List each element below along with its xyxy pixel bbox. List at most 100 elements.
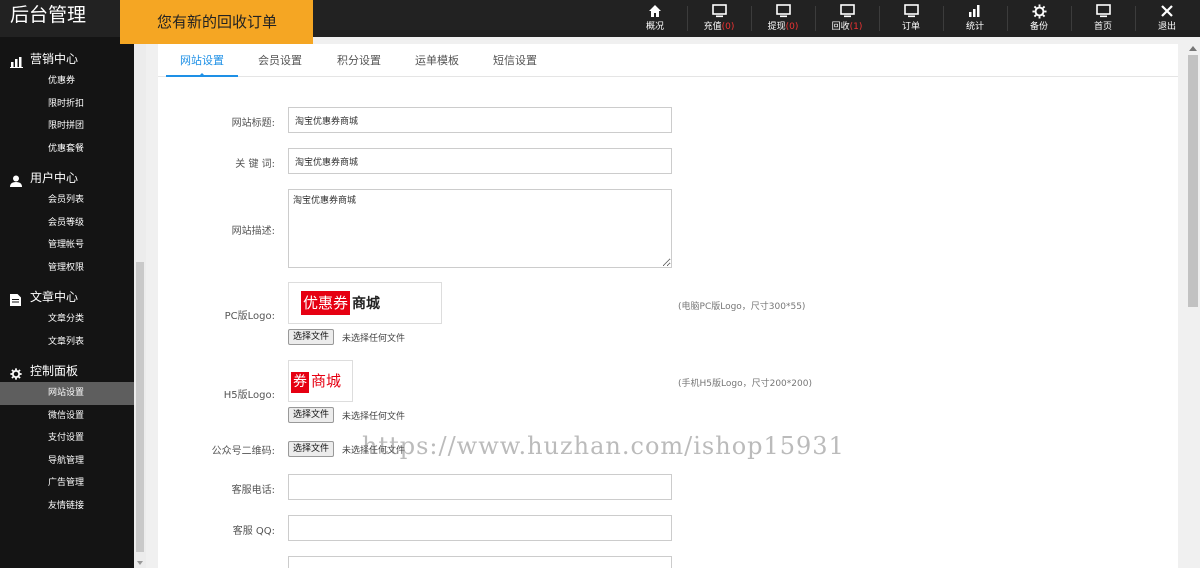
nav-count-badge: (0) xyxy=(785,22,799,32)
nav-count-badge: (1) xyxy=(849,22,863,32)
site-title-label: 网站标题: xyxy=(231,118,275,129)
next-field-input[interactable] xyxy=(288,556,672,568)
sidebar-group-articles[interactable]: 文章中心 xyxy=(0,286,134,308)
nav-label: 概况 xyxy=(645,22,664,32)
sidebar-group-marketing[interactable]: 营销中心 xyxy=(0,48,134,70)
sidebar-item-flash-discount[interactable]: 限时折扣 xyxy=(0,93,134,116)
h5-logo-image: 券商城 xyxy=(291,371,341,393)
service-phone-label: 客服电话: xyxy=(231,485,275,496)
brand-title: 后台管理 xyxy=(10,4,87,26)
nav-label: 首页 xyxy=(1093,22,1112,32)
settings-panel: 网站设置 会员设置 积分设置 运单模板 短信设置 网站标题: 关 键 词: 网站… xyxy=(158,44,1178,568)
new-order-notice[interactable]: 您有新的回收订单 xyxy=(120,0,313,44)
sidebar-item-coupons[interactable]: 优惠券 xyxy=(0,70,134,93)
monitor-icon xyxy=(751,0,815,20)
page-scrollbar[interactable] xyxy=(1186,44,1200,568)
top-nav: 概况 充值(0) 提现(0) 回收(1) 订单 统计 备份 首页 退出 xyxy=(623,0,1199,37)
document-icon xyxy=(10,291,23,306)
pc-logo-image: 优惠券 商城 xyxy=(301,291,380,316)
sidebar-item-article-categories[interactable]: 文章分类 xyxy=(0,308,134,331)
pc-logo-file-status: 未选择任何文件 xyxy=(342,334,406,344)
sidebar-scrollbar[interactable] xyxy=(134,37,146,568)
sidebar-group-label: 用户中心 xyxy=(30,171,79,185)
settings-tabs: 网站设置 会员设置 积分设置 运单模板 短信设置 xyxy=(158,44,1178,77)
nav-statistics[interactable]: 统计 xyxy=(943,0,1007,37)
h5-logo-file-status: 未选择任何文件 xyxy=(342,412,406,422)
tab-site-settings[interactable]: 网站设置 xyxy=(166,44,238,77)
sidebar-item-admin-accounts[interactable]: 管理帐号 xyxy=(0,234,134,257)
tab-waybill-template[interactable]: 运单模板 xyxy=(401,44,473,77)
sidebar-scrollbar-thumb[interactable] xyxy=(136,262,144,552)
pc-logo-hint: (电脑PC版Logo，尺寸300*55) xyxy=(678,302,806,312)
tab-sms-settings[interactable]: 短信设置 xyxy=(479,44,551,77)
h5-logo-red-box: 券 xyxy=(291,372,309,393)
sidebar-item-article-list[interactable]: 文章列表 xyxy=(0,331,134,354)
nav-home[interactable]: 首页 xyxy=(1071,0,1135,37)
nav-label: 备份 xyxy=(1029,22,1048,32)
sidebar-item-friend-links[interactable]: 友情链接 xyxy=(0,495,134,518)
page-scrollbar-thumb[interactable] xyxy=(1188,55,1198,307)
sidebar-item-site-settings[interactable]: 网站设置 xyxy=(0,382,134,405)
service-qq-input[interactable] xyxy=(288,515,672,541)
pc-logo-label: PC版Logo: xyxy=(224,311,275,322)
qrcode-choose-file-button[interactable]: 选择文件 xyxy=(288,441,335,457)
sidebar-group-users[interactable]: 用户中心 xyxy=(0,167,134,189)
nav-label: 订单 xyxy=(901,22,920,32)
nav-overview[interactable]: 概况 xyxy=(623,0,687,37)
nav-label: 充值 xyxy=(703,22,722,32)
pc-logo-black-text: 商城 xyxy=(352,296,381,312)
nav-label: 统计 xyxy=(965,22,984,32)
service-qq-label: 客服 QQ: xyxy=(232,526,275,537)
sidebar-item-payment-settings[interactable]: 支付设置 xyxy=(0,427,134,450)
scroll-up-arrow-icon[interactable] xyxy=(1189,46,1197,51)
h5-logo-choose-file-button[interactable]: 选择文件 xyxy=(288,407,335,423)
description-textarea[interactable]: 淘宝优惠券商城 xyxy=(288,189,672,268)
qrcode-label: 公众号二维码: xyxy=(211,446,275,457)
sidebar-item-wechat-settings[interactable]: 微信设置 xyxy=(0,405,134,428)
monitor-icon xyxy=(879,0,943,20)
sidebar-group-label: 营销中心 xyxy=(30,52,79,66)
site-title-input[interactable] xyxy=(288,107,672,133)
sidebar-item-bundles[interactable]: 优惠套餐 xyxy=(0,138,134,161)
description-label: 网站描述: xyxy=(231,226,275,237)
home-icon xyxy=(623,0,687,20)
nav-recycle[interactable]: 回收(1) xyxy=(815,0,879,37)
h5-logo-red-text: 商城 xyxy=(311,372,342,390)
sidebar-item-admin-permissions[interactable]: 管理权限 xyxy=(0,257,134,280)
sidebar-item-member-levels[interactable]: 会员等级 xyxy=(0,212,134,235)
h5-logo-hint: (手机H5版Logo，尺寸200*200) xyxy=(678,379,812,389)
monitor-icon xyxy=(815,0,879,20)
sidebar-item-member-list[interactable]: 会员列表 xyxy=(0,189,134,212)
user-icon xyxy=(10,172,23,187)
monitor-icon xyxy=(687,0,751,20)
sidebar-group-label: 文章中心 xyxy=(30,290,79,304)
monitor-icon xyxy=(1071,0,1135,20)
pc-logo-preview: 优惠券 商城 xyxy=(288,282,442,324)
h5-logo-label: H5版Logo: xyxy=(223,390,275,401)
gear-icon xyxy=(1007,0,1071,20)
sidebar-group-label: 控制面板 xyxy=(30,364,79,378)
sidebar-item-ad-management[interactable]: 广告管理 xyxy=(0,472,134,495)
sidebar-item-group-buy[interactable]: 限时拼团 xyxy=(0,115,134,138)
keywords-input[interactable] xyxy=(288,148,672,174)
service-phone-input[interactable] xyxy=(288,474,672,500)
bar-chart-icon xyxy=(10,53,23,68)
nav-recharge[interactable]: 充值(0) xyxy=(687,0,751,37)
watermark-text: https://www.huzhan.com/ishop15931 xyxy=(362,432,845,460)
sidebar-group-control-panel[interactable]: 控制面板 xyxy=(0,360,134,382)
nav-backup[interactable]: 备份 xyxy=(1007,0,1071,37)
pc-logo-choose-file-button[interactable]: 选择文件 xyxy=(288,329,335,345)
nav-withdraw[interactable]: 提现(0) xyxy=(751,0,815,37)
tab-member-settings[interactable]: 会员设置 xyxy=(244,44,316,77)
nav-count-badge: (0) xyxy=(721,22,735,32)
nav-label: 回收 xyxy=(831,22,850,32)
nav-orders[interactable]: 订单 xyxy=(879,0,943,37)
pc-logo-red-text: 优惠券 xyxy=(301,291,351,315)
nav-label: 退出 xyxy=(1157,22,1176,32)
nav-logout[interactable]: 退出 xyxy=(1135,0,1199,37)
nav-label: 提现 xyxy=(767,22,786,32)
sidebar-item-nav-management[interactable]: 导航管理 xyxy=(0,450,134,473)
scroll-down-arrow-icon[interactable] xyxy=(137,561,143,565)
tab-points-settings[interactable]: 积分设置 xyxy=(323,44,395,77)
gear-icon xyxy=(10,365,23,380)
